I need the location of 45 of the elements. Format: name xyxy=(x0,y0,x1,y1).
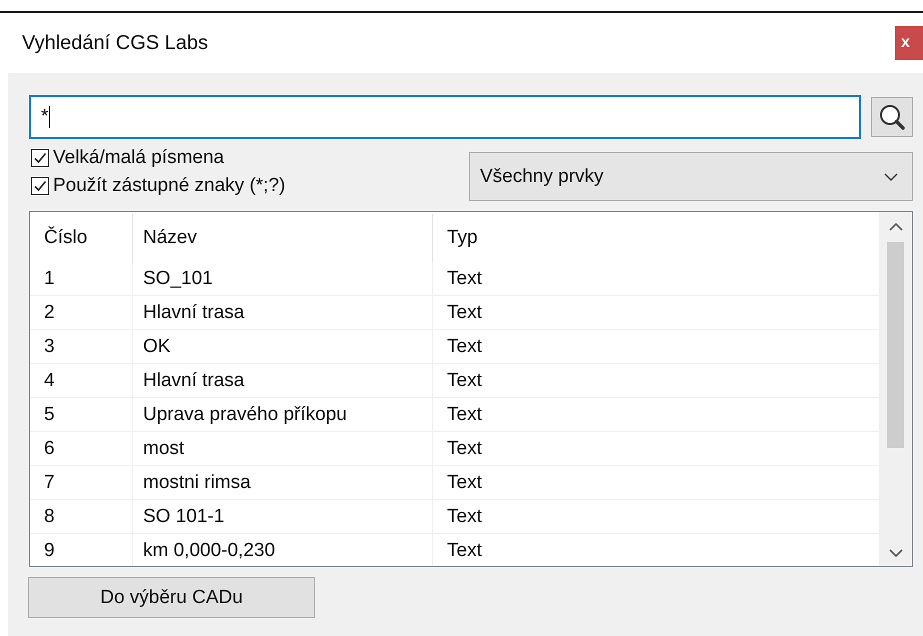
table-cell-text: Text xyxy=(446,436,483,460)
table-cell: 5 xyxy=(30,398,133,431)
checkbox[interactable] xyxy=(31,149,49,167)
scroll-up-icon[interactable] xyxy=(888,222,902,232)
table-cell: OK xyxy=(133,330,433,363)
filter-dropdown[interactable]: Všechny prvky xyxy=(469,152,913,201)
checkbox-label: Použít zástupné znaky (*;?) xyxy=(53,175,286,197)
column-header[interactable]: Číslo xyxy=(30,214,133,262)
table-cell-text: Text xyxy=(446,402,483,426)
table-cell-text: Text xyxy=(446,470,483,494)
table-cell: most xyxy=(133,432,433,465)
table-cell-text: Text xyxy=(446,300,483,324)
table-cell: 1 xyxy=(30,262,133,295)
table-cell-text: Text xyxy=(446,538,483,562)
scrollbar[interactable] xyxy=(879,212,912,566)
table-cell-text: Text xyxy=(446,504,483,528)
table-cell: mostni rimsa xyxy=(133,466,433,499)
table-cell: 6 xyxy=(30,432,133,465)
table-cell: SO 101-1 xyxy=(133,500,433,533)
checkbox-label: Velká/malá písmena xyxy=(53,147,224,169)
window-title: Vyhledání CGS Labs xyxy=(22,32,208,54)
search-icon xyxy=(878,103,906,131)
table-cell: Uprava pravého příkopu xyxy=(133,398,433,431)
table-cell: 2 xyxy=(30,296,133,329)
table-cell: 8 xyxy=(30,500,133,533)
table-cell: km 0,000-0,230 xyxy=(133,534,433,566)
table-cell: 9 xyxy=(30,534,133,566)
close-button[interactable]: x xyxy=(895,26,923,60)
table-cell: SO_101 xyxy=(133,262,433,295)
chevron-down-icon xyxy=(884,172,898,180)
search-field[interactable]: * xyxy=(29,95,861,139)
table-cell: Hlavní trasa xyxy=(133,296,433,329)
scroll-down-icon[interactable] xyxy=(888,548,902,558)
column-header[interactable]: Název xyxy=(133,214,433,262)
cad-selection-button[interactable]: Do výběru CADu xyxy=(28,577,315,618)
table-cell: 7 xyxy=(30,466,133,499)
column-header[interactable]: Typ xyxy=(433,214,879,262)
checkbox[interactable] xyxy=(31,177,49,195)
table-cell-text: Text xyxy=(446,368,483,392)
table-cell: 3 xyxy=(30,330,133,363)
table-cell: 4 xyxy=(30,364,133,397)
table-cell: Hlavní trasa xyxy=(133,364,433,397)
search-button[interactable] xyxy=(871,97,913,137)
table-cell-text: Text xyxy=(446,334,483,358)
table-cell-text: Text xyxy=(446,266,483,290)
